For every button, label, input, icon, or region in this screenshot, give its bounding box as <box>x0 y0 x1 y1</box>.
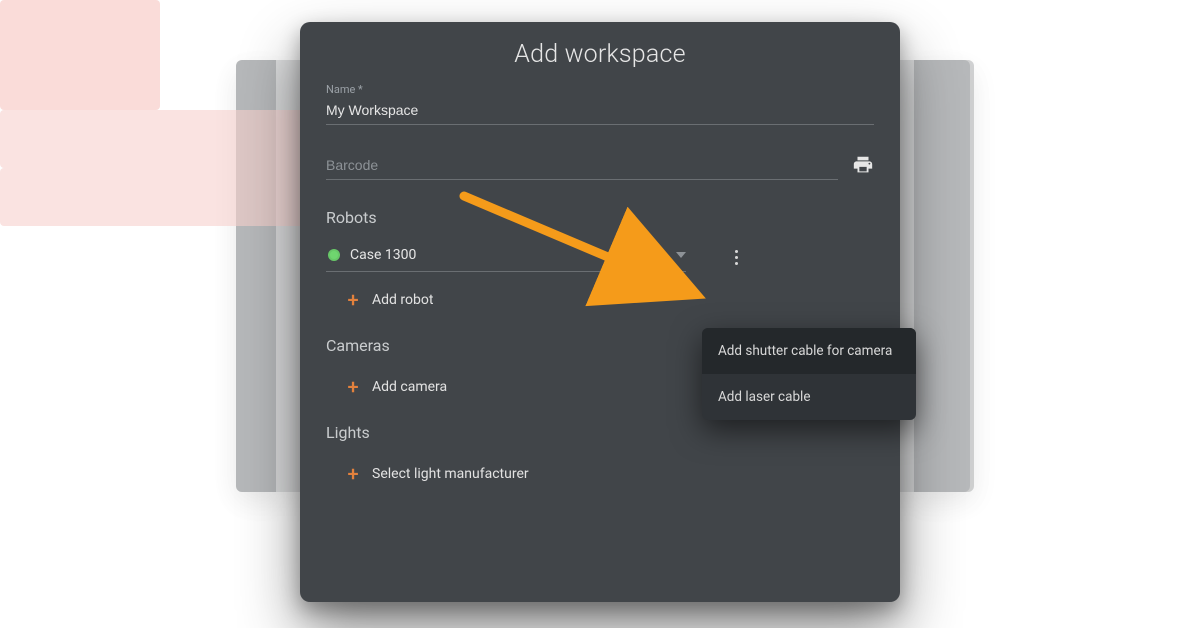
robot-context-menu: Add shutter cable for camera Add laser c… <box>702 328 916 420</box>
background-app-sidebar-right <box>914 60 974 492</box>
add-robot-button[interactable]: + Add robot <box>326 282 874 318</box>
robot-selected-label: Case 1300 <box>350 247 660 263</box>
barcode-field <box>326 153 874 180</box>
menu-item-add-laser-cable[interactable]: Add laser cable <box>702 374 916 420</box>
menu-item-add-shutter-cable[interactable]: Add shutter cable for camera <box>702 328 916 374</box>
barcode-input[interactable] <box>326 153 838 180</box>
robot-more-button[interactable] <box>722 243 750 271</box>
print-icon[interactable] <box>852 154 874 176</box>
name-input[interactable] <box>326 98 874 125</box>
background-decor-left <box>0 110 310 168</box>
name-label: Name * <box>326 83 874 96</box>
add-camera-label: Add camera <box>372 379 447 395</box>
background-decor-center <box>0 0 160 110</box>
select-light-manufacturer-button[interactable]: + Select light manufacturer <box>326 456 874 492</box>
robot-dropdown[interactable]: Case 1300 <box>326 241 686 272</box>
plus-icon: + <box>346 293 360 307</box>
background-decor-right <box>0 168 310 226</box>
chevron-down-icon <box>676 252 686 258</box>
name-field: Name * <box>326 83 874 125</box>
lights-heading: Lights <box>326 423 874 442</box>
robot-select-row: Case 1300 <box>326 241 874 272</box>
modal-title: Add workspace <box>326 40 874 69</box>
plus-icon: + <box>346 467 360 481</box>
plus-icon: + <box>346 380 360 394</box>
status-online-icon <box>328 249 340 261</box>
add-workspace-modal: Add workspace Name * Robots Case 1300 + … <box>300 22 900 602</box>
add-robot-label: Add robot <box>372 292 433 308</box>
select-light-label: Select light manufacturer <box>372 466 529 482</box>
robots-heading: Robots <box>326 208 874 227</box>
